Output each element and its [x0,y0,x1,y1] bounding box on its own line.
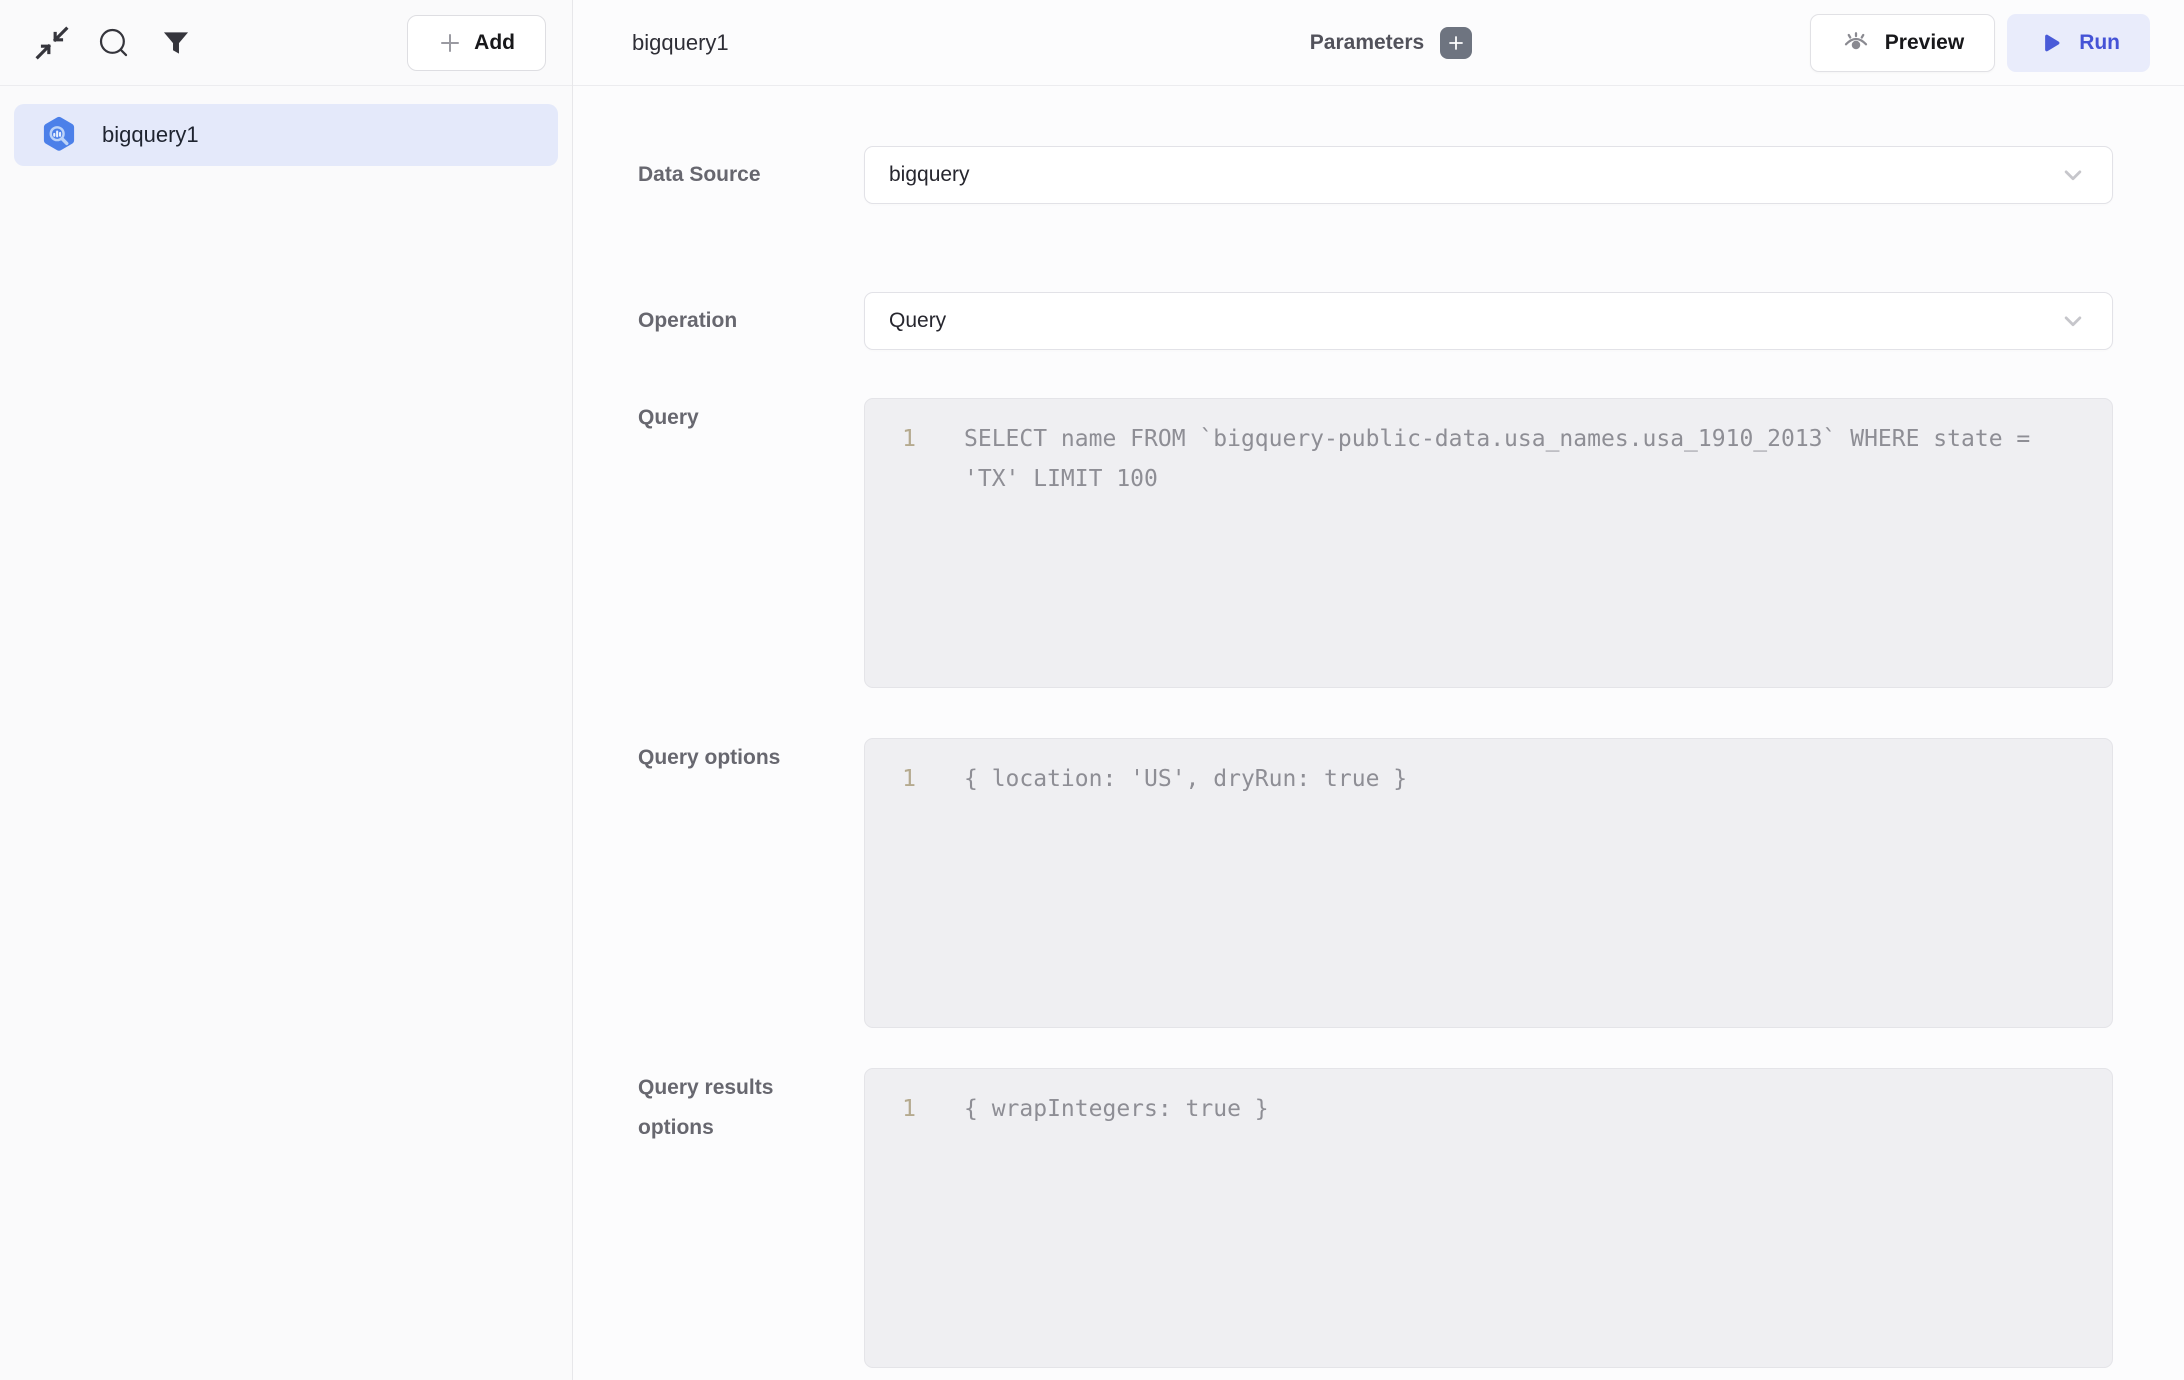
query-options-label: Query options [638,738,808,778]
query-results-options-row: Query results options 1 { wrapIntegers: … [638,1068,2113,1368]
query-options-row: Query options 1 { location: 'US', dryRun… [638,738,2113,1028]
header-left: bigquery1 [632,30,1310,56]
query-item-label: bigquery1 [102,122,199,148]
bigquery-icon [38,114,80,156]
query-panel-sidebar: Add bigquery1 [0,0,573,1380]
data-source-label: Data Source [638,155,808,195]
data-source-select[interactable]: bigquery [864,146,2113,204]
run-button-label: Run [2079,31,2120,55]
query-editor-header: bigquery1 Parameters [573,0,2184,86]
preview-button[interactable]: Preview [1810,14,1995,72]
play-icon [2037,30,2063,56]
line-number: 1 [865,1069,964,1367]
run-button[interactable]: Run [2007,14,2150,72]
operation-value: Query [889,309,946,333]
sidebar-toolbar: Add [0,0,572,86]
query-results-options-code-editor[interactable]: 1 { wrapIntegers: true } [864,1068,2113,1368]
line-number: 1 [865,399,964,687]
query-editor-pane: bigquery1 Parameters [573,0,2184,1380]
query-title: bigquery1 [632,30,729,56]
query-form: Data Source bigquery Operation Query [573,86,2184,1380]
operation-select[interactable]: Query [864,292,2113,350]
chevron-down-icon [2058,306,2088,336]
data-source-row: Data Source bigquery [638,146,2113,204]
query-code-editor[interactable]: 1 SELECT name FROM `bigquery-public-data… [864,398,2113,688]
filter-icon [159,26,193,60]
eye-icon [1841,28,1871,58]
operation-label: Operation [638,301,808,341]
query-row: Query 1 SELECT name FROM `bigquery-publi… [638,398,2113,688]
query-label: Query [638,398,808,438]
collapse-diagonal-icon [33,24,71,62]
add-button-label: Add [474,31,515,55]
collapse-panel-button[interactable] [30,21,74,65]
header-actions: Preview Run [1472,14,2150,72]
parameters-group: Parameters [1310,27,1472,59]
preview-button-label: Preview [1885,31,1964,55]
line-number: 1 [865,739,964,1027]
query-options-code-editor[interactable]: 1 { location: 'US', dryRun: true } [864,738,2113,1028]
chevron-down-icon [2058,160,2088,190]
query-results-options-placeholder-text: { wrapIntegers: true } [964,1069,2112,1367]
operation-row: Operation Query [638,292,2113,350]
filter-queries-button[interactable] [154,21,198,65]
search-queries-button[interactable] [92,21,136,65]
search-icon [95,24,133,62]
plus-icon [438,31,462,55]
data-source-value: bigquery [889,163,970,187]
query-options-placeholder-text: { location: 'US', dryRun: true } [964,739,2112,1027]
plus-icon [1447,34,1465,52]
add-query-button[interactable]: Add [407,15,546,71]
add-parameter-button[interactable] [1440,27,1472,59]
query-list-item-bigquery1[interactable]: bigquery1 [14,104,558,166]
query-list: bigquery1 [0,86,572,184]
parameters-label: Parameters [1310,31,1424,55]
query-placeholder-text: SELECT name FROM `bigquery-public-data.u… [964,399,2112,687]
query-results-options-label: Query results options [638,1068,808,1148]
